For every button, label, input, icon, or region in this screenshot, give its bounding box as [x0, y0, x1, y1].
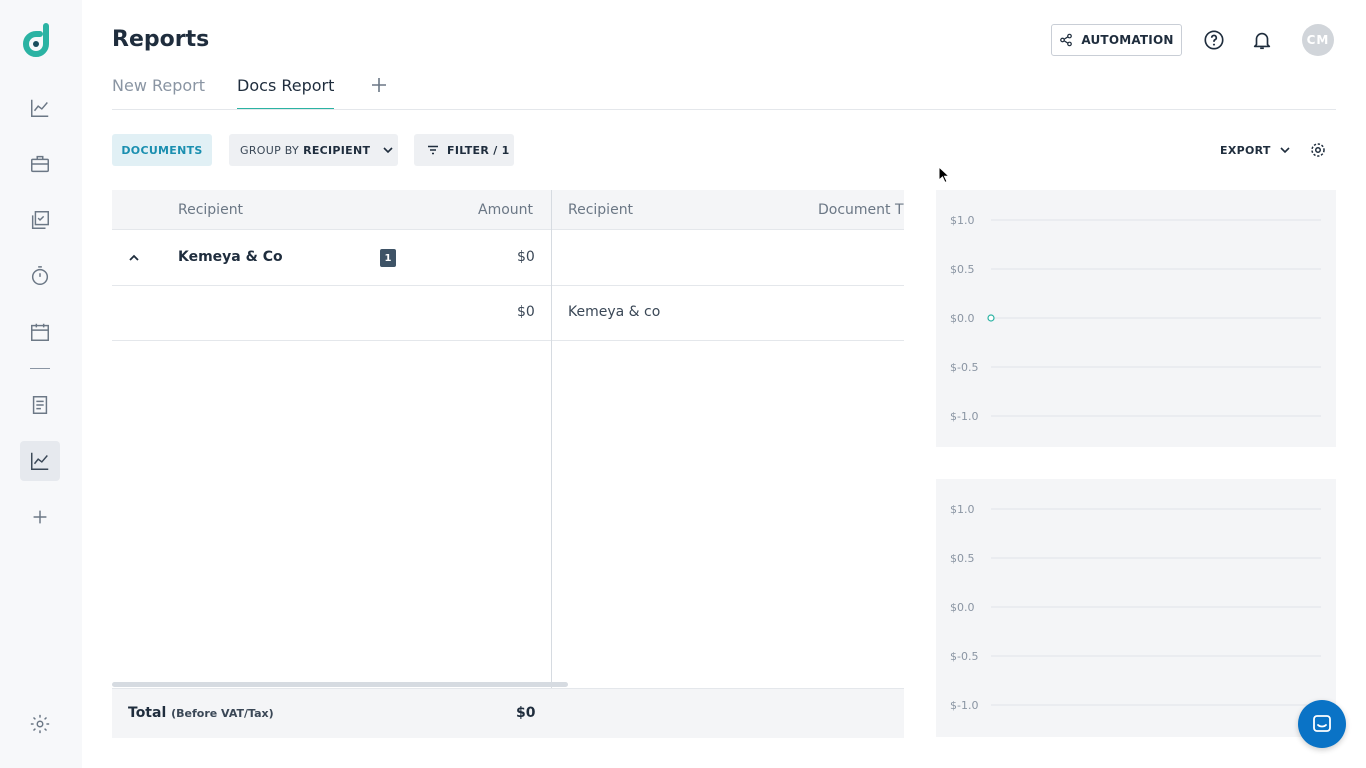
y-tick-label: $-0.5 — [950, 650, 978, 663]
total-text: Total — [128, 705, 167, 721]
report-tabs: New Report Docs Report — [112, 74, 335, 110]
automation-button[interactable]: AUTOMATION — [1051, 24, 1182, 56]
sidebar-item-dashboard[interactable] — [20, 88, 60, 128]
y-tick-label: $0.5 — [950, 552, 975, 565]
calendar-icon — [31, 323, 49, 341]
help-icon — [1204, 30, 1224, 50]
sidebar-item-documents[interactable] — [20, 385, 60, 425]
header-document-type[interactable]: Document T — [818, 202, 904, 218]
group-by-value: RECIPIENT — [303, 143, 371, 157]
chat-launcher-button[interactable] — [1298, 700, 1346, 748]
bell-icon — [1253, 32, 1271, 50]
y-tick-label: $0.0 — [950, 601, 975, 614]
add-tab-icon[interactable] — [370, 76, 388, 94]
y-tick-label: $0.0 — [950, 312, 975, 325]
table-row[interactable]: $0 Kemeya & co — [112, 286, 904, 341]
group-by-prefix: GROUP BY — [240, 143, 300, 157]
total-sublabel: (Before VAT/Tax) — [171, 707, 274, 720]
header-amount[interactable]: Amount — [478, 202, 533, 218]
chart-panel-2: $1.0 $0.5 $0.0 $-0.5 $-1.0 — [936, 479, 1336, 737]
chevron-up-icon[interactable] — [128, 252, 140, 264]
briefcase-icon — [31, 155, 49, 173]
group-by-dropdown[interactable]: GROUP BY RECIPIENT — [229, 134, 398, 166]
plus-icon — [33, 510, 47, 524]
header-recipient-right[interactable]: Recipient — [568, 202, 633, 218]
y-tick-label: $1.0 — [950, 503, 975, 516]
filter-label: FILTER / 1 — [447, 143, 510, 157]
y-tick-label: $-0.5 — [950, 361, 978, 374]
page-title: Reports — [112, 27, 210, 52]
report-table: Recipient Amount Recipient Document T Ke… — [112, 190, 904, 738]
group-count-badge: 1 — [380, 249, 396, 267]
report-settings-icon[interactable] — [1309, 141, 1327, 159]
chevron-down-icon — [1280, 147, 1290, 154]
chevron-down-icon — [383, 147, 393, 154]
avatar[interactable]: CM — [1302, 24, 1334, 56]
y-tick-label: $-1.0 — [950, 410, 978, 423]
sidebar-divider — [30, 368, 50, 369]
group-amount: $0 — [517, 249, 535, 265]
sidebar-item-calendar[interactable] — [20, 312, 60, 352]
sidebar-settings[interactable] — [20, 704, 60, 744]
chart-data-point[interactable] — [987, 314, 995, 322]
reports-chart-icon — [31, 452, 49, 470]
share-nodes-icon — [1060, 33, 1073, 47]
total-label: Total (Before VAT/Tax) — [128, 705, 274, 721]
y-tick-label: $0.5 — [950, 263, 975, 276]
export-dropdown[interactable]: EXPORT — [1220, 140, 1291, 160]
table-group-row[interactable]: Kemeya & Co 1 $0 — [112, 230, 904, 286]
export-label: EXPORT — [1220, 143, 1271, 157]
filter-button[interactable]: FILTER / 1 — [414, 134, 514, 166]
document-icon — [32, 396, 48, 414]
chart-1: $1.0 $0.5 $0.0 $-0.5 $-1.0 — [950, 214, 1321, 423]
chart-panel-1: $1.0 $0.5 $0.0 $-0.5 $-1.0 — [936, 190, 1336, 447]
group-recipient-name: Kemeya & Co — [178, 249, 283, 265]
sidebar-item-reports[interactable] — [20, 441, 60, 481]
table-footer: Total (Before VAT/Tax) $0 — [112, 688, 904, 738]
sidebar-item-projects[interactable] — [20, 144, 60, 184]
gear-icon — [30, 714, 50, 734]
total-value: $0 — [516, 705, 536, 721]
column-divider — [551, 190, 552, 738]
sidebar-item-tasks[interactable] — [20, 200, 60, 240]
checkbox-stack-icon — [31, 211, 49, 229]
tab-new-report[interactable]: New Report — [112, 74, 205, 110]
sidebar-item-time[interactable] — [20, 256, 60, 296]
sidebar-add-button[interactable] — [20, 497, 60, 537]
sidebar — [0, 0, 82, 768]
tab-docs-report[interactable]: Docs Report — [237, 74, 335, 110]
y-tick-label: $-1.0 — [950, 699, 978, 712]
table-header: Recipient Amount Recipient Document T — [112, 190, 904, 230]
horizontal-scrollbar[interactable] — [112, 682, 568, 687]
line-chart-icon — [31, 99, 49, 117]
app-root: Reports AUTOMATION CM New Report Docs Re… — [0, 0, 1366, 768]
chart-2: $1.0 $0.5 $0.0 $-0.5 $-1.0 — [950, 503, 1321, 712]
mouse-cursor-icon — [938, 166, 950, 184]
automation-label: AUTOMATION — [1081, 33, 1174, 47]
row-recipient: Kemeya & co — [568, 304, 661, 320]
stopwatch-icon — [31, 266, 49, 285]
filter-icon — [428, 145, 438, 155]
chat-icon — [1313, 715, 1331, 732]
notifications-button[interactable] — [1250, 28, 1274, 52]
y-tick-label: $1.0 — [950, 214, 975, 227]
logo-icon — [23, 23, 49, 57]
brand-logo[interactable] — [22, 22, 58, 58]
row-amount: $0 — [517, 304, 535, 320]
tabs-divider — [112, 109, 1336, 110]
documents-button[interactable]: DOCUMENTS — [112, 134, 212, 166]
help-button[interactable] — [1202, 28, 1226, 52]
header-recipient-left[interactable]: Recipient — [178, 202, 243, 218]
